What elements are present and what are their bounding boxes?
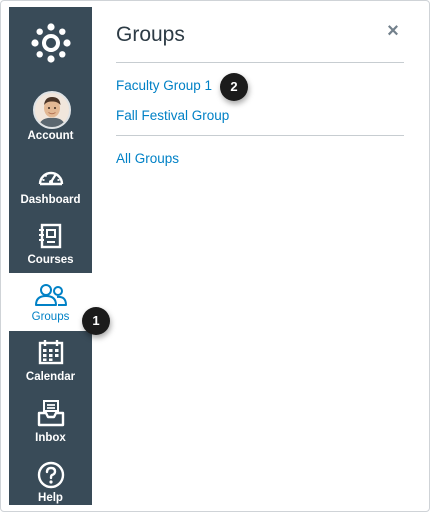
nav-account-label: Account bbox=[27, 130, 74, 142]
nav-calendar[interactable]: Calendar bbox=[9, 331, 92, 391]
nav-dashboard-label: Dashboard bbox=[20, 194, 81, 206]
tray-title: Groups bbox=[116, 23, 185, 46]
close-icon[interactable]: × bbox=[383, 19, 403, 43]
callout-badge-2: 2 bbox=[220, 73, 248, 101]
groups-icon bbox=[34, 284, 67, 306]
avatar bbox=[33, 91, 71, 129]
tray-divider-bottom bbox=[116, 135, 404, 136]
nav-inbox[interactable]: Inbox bbox=[9, 391, 92, 451]
canvas-logo-icon bbox=[30, 23, 71, 63]
canvas-logo[interactable] bbox=[9, 7, 92, 79]
nav-courses[interactable]: Courses bbox=[9, 213, 92, 273]
nav-help[interactable]: Help bbox=[9, 451, 92, 505]
dashboard-icon bbox=[38, 171, 63, 186]
nav-inbox-label: Inbox bbox=[35, 432, 66, 444]
group-link-faculty-group-1[interactable]: Faculty Group 1 bbox=[116, 78, 212, 93]
nav-groups-label: Groups bbox=[31, 311, 70, 323]
help-icon bbox=[37, 461, 64, 489]
tray-divider-top bbox=[116, 62, 404, 63]
nav-courses-label: Courses bbox=[27, 254, 74, 266]
nav-help-label: Help bbox=[38, 492, 63, 504]
nav-calendar-label: Calendar bbox=[25, 371, 76, 383]
nav-groups[interactable]: Groups bbox=[9, 273, 92, 331]
global-navigation: Account Dashboard Courses Groups Calenda… bbox=[9, 7, 92, 505]
callout-badge-1: 1 bbox=[82, 307, 110, 335]
calendar-icon bbox=[38, 340, 63, 365]
all-groups-link[interactable]: All Groups bbox=[116, 151, 179, 166]
courses-icon bbox=[38, 223, 61, 249]
window-frame: Account Dashboard Courses Groups Calenda… bbox=[0, 0, 430, 512]
inbox-icon bbox=[37, 400, 64, 427]
nav-dashboard[interactable]: Dashboard bbox=[9, 153, 92, 213]
group-link-fall-festival-group[interactable]: Fall Festival Group bbox=[116, 108, 229, 123]
nav-account[interactable]: Account bbox=[9, 81, 92, 147]
